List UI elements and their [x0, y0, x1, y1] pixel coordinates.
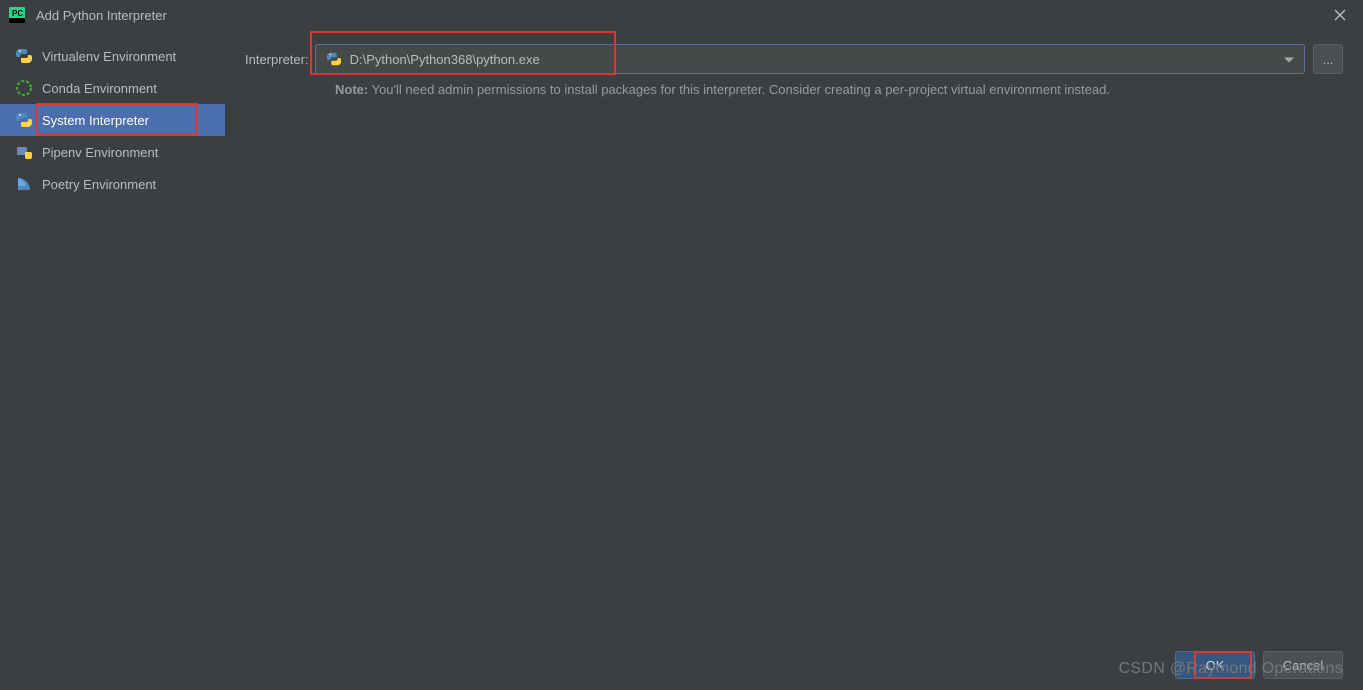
sidebar-item-conda[interactable]: Conda Environment — [0, 72, 225, 104]
close-icon — [1334, 9, 1346, 21]
sidebar-item-label: Poetry Environment — [42, 177, 156, 192]
chevron-down-icon — [1284, 52, 1294, 67]
browse-button[interactable]: ... — [1313, 44, 1343, 74]
sidebar-item-label: Conda Environment — [42, 81, 157, 96]
interpreter-path-value: D:\Python\Python368\python.exe — [350, 52, 540, 67]
python-icon — [14, 110, 34, 130]
interpreter-type-sidebar: Virtualenv Environment Conda Environment… — [0, 30, 225, 640]
sidebar-item-label: Pipenv Environment — [42, 145, 158, 160]
note-text: You'll need admin permissions to install… — [368, 82, 1110, 97]
dialog-footer: OK Cancel — [0, 640, 1363, 690]
sidebar-item-label: System Interpreter — [42, 113, 149, 128]
main-panel: Interpreter: D:\Python\Python368\python.… — [225, 30, 1363, 640]
ellipsis-icon: ... — [1323, 52, 1334, 67]
cancel-button[interactable]: Cancel — [1263, 651, 1343, 679]
note-row: Note: You'll need admin permissions to i… — [245, 82, 1343, 97]
interpreter-dropdown-wrap: D:\Python\Python368\python.exe — [315, 44, 1305, 74]
titlebar: PC Add Python Interpreter — [0, 0, 1363, 30]
dialog-content: Virtualenv Environment Conda Environment… — [0, 30, 1363, 640]
conda-icon — [14, 78, 34, 98]
cancel-button-label: Cancel — [1283, 658, 1323, 673]
ok-button[interactable]: OK — [1175, 651, 1255, 679]
sidebar-item-virtualenv[interactable]: Virtualenv Environment — [0, 40, 225, 72]
window-title: Add Python Interpreter — [36, 8, 167, 23]
poetry-icon — [14, 174, 34, 194]
sidebar-item-pipenv[interactable]: Pipenv Environment — [0, 136, 225, 168]
python-icon — [326, 51, 342, 67]
interpreter-row: Interpreter: D:\Python\Python368\python.… — [245, 44, 1343, 74]
sidebar-item-poetry[interactable]: Poetry Environment — [0, 168, 225, 200]
python-icon — [14, 46, 34, 66]
close-button[interactable] — [1325, 0, 1355, 30]
sidebar-item-system-interpreter[interactable]: System Interpreter — [0, 104, 225, 136]
pipenv-icon — [14, 142, 34, 162]
interpreter-dropdown[interactable]: D:\Python\Python368\python.exe — [315, 44, 1305, 74]
interpreter-label: Interpreter: — [245, 52, 309, 67]
note-label: Note: — [335, 82, 368, 97]
ok-button-label: OK — [1206, 658, 1225, 673]
pycharm-app-icon: PC — [8, 6, 26, 24]
svg-text:PC: PC — [12, 9, 23, 18]
sidebar-item-label: Virtualenv Environment — [42, 49, 176, 64]
